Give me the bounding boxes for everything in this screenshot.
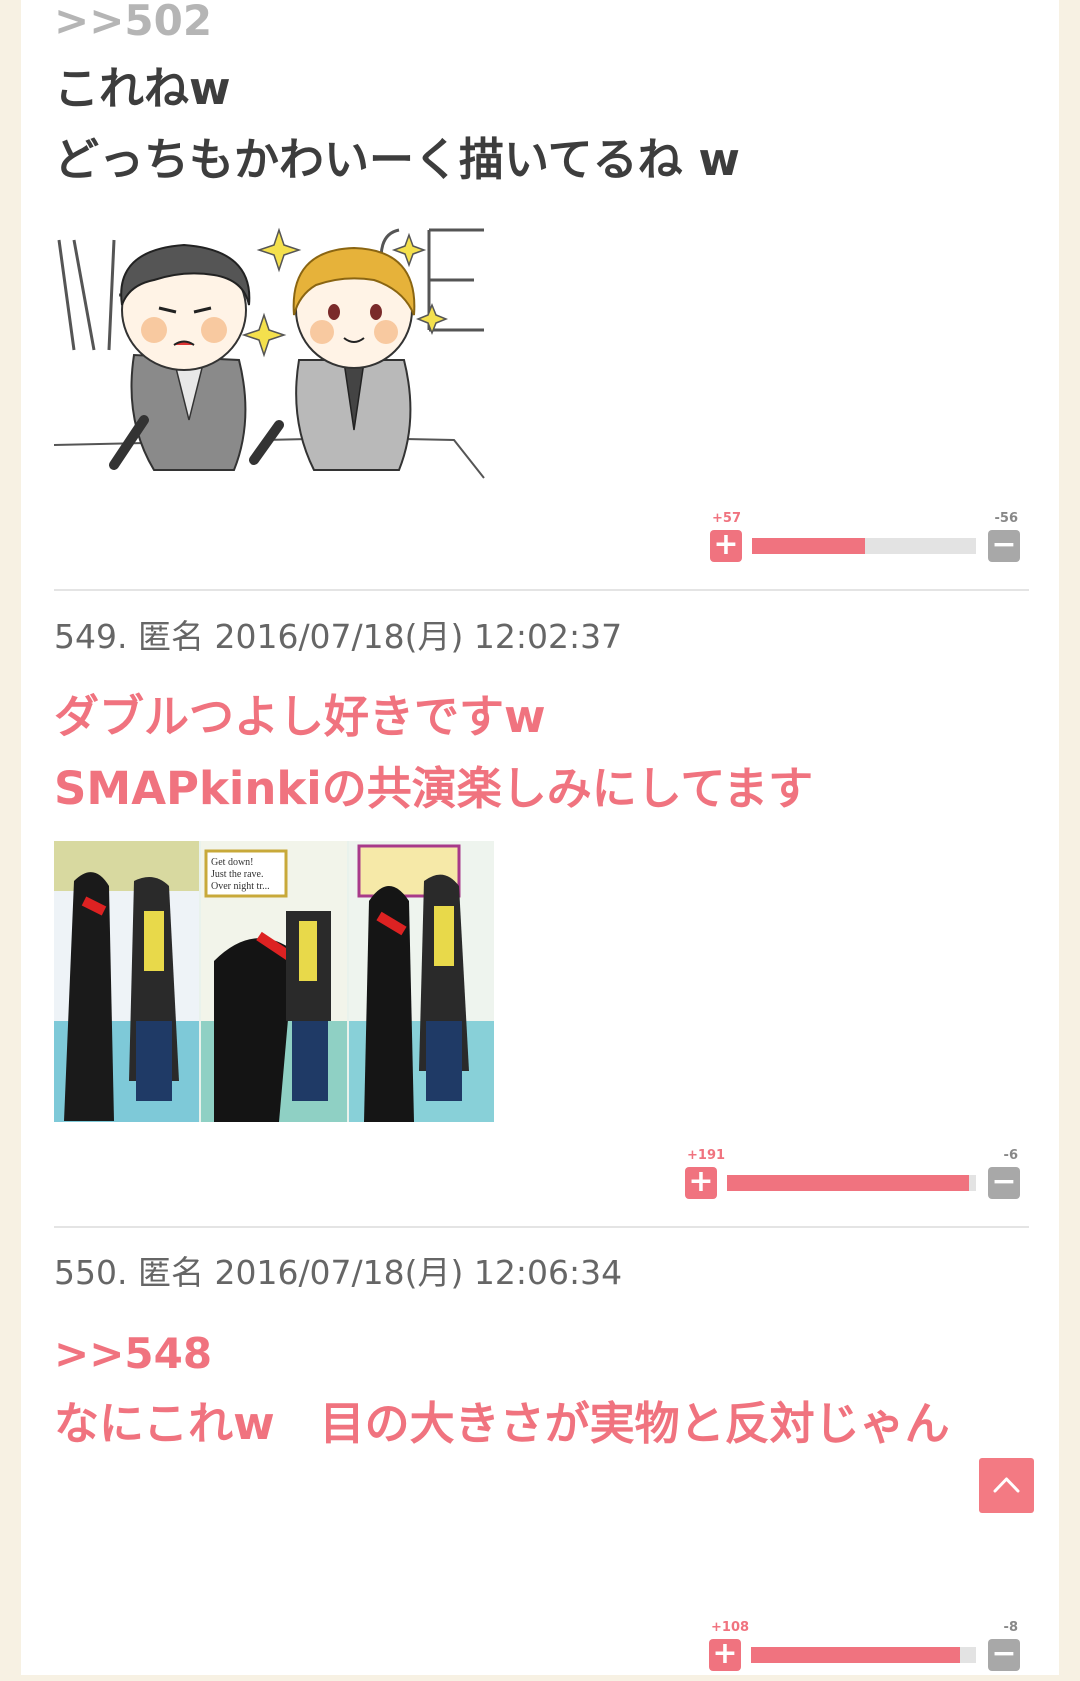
divider (54, 589, 1029, 591)
cartoon-illustration-image[interactable] (54, 220, 494, 485)
image-caption-2: Just the rave. (211, 869, 264, 880)
vote-plus-count: +57 (712, 511, 741, 526)
comment-feed: >>502 これねw どっちもかわいーく描いてるね w +57 -56 + − … (21, 0, 1059, 1675)
comment-text-line: ダブルつよし好きですw (54, 690, 546, 743)
vote-bar: +57 -56 + − (710, 512, 1020, 572)
comment-text-line: これねw (54, 62, 231, 115)
vote-plus-count: +108 (711, 1620, 750, 1635)
vote-bar: +191 -6 + − (685, 1149, 1020, 1209)
minus-icon[interactable]: − (988, 530, 1020, 562)
reply-link[interactable]: >>548 (54, 1333, 212, 1375)
vote-ratio-track (751, 1647, 976, 1663)
plus-icon[interactable]: + (685, 1167, 717, 1199)
chevron-up-icon (993, 1477, 1020, 1493)
vote-plus-count: +191 (687, 1148, 726, 1163)
vote-ratio-track (727, 1175, 976, 1191)
tv-screenshot-collage-image[interactable]: Get down! Just the rave. Over night tr..… (54, 841, 494, 1122)
vote-ratio-fill (727, 1175, 969, 1191)
vote-minus-count: -56 (994, 511, 1019, 526)
comment-text-line: どっちもかわいーく描いてるね w (54, 133, 740, 186)
vote-minus-count: -8 (1003, 1620, 1018, 1635)
vote-ratio-fill (752, 538, 865, 554)
vote-minus-count: -6 (1003, 1148, 1018, 1163)
comment-header: 550. 匿名 2016/07/18(月) 12:06:34 (54, 1253, 623, 1292)
plus-icon[interactable]: + (710, 530, 742, 562)
vote-bar: +108 -8 + − (709, 1621, 1020, 1681)
comment-header: 549. 匿名 2016/07/18(月) 12:02:37 (54, 617, 623, 656)
vote-ratio-track (752, 538, 976, 554)
plus-icon[interactable]: + (709, 1639, 741, 1671)
image-caption-3: Over night tr... (211, 881, 270, 892)
comment-text-line: SMAPkinkiの共演楽しみにしてます (54, 762, 814, 815)
image-caption-1: Get down! (211, 857, 254, 868)
minus-icon[interactable]: − (988, 1639, 1020, 1671)
vote-ratio-fill (751, 1647, 961, 1663)
reply-link[interactable]: >>502 (54, 0, 212, 42)
minus-icon[interactable]: − (988, 1167, 1020, 1199)
divider (54, 1226, 1029, 1228)
scroll-top-button[interactable] (979, 1458, 1034, 1513)
comment-text-line: なにこれw 目の大きさが実物と反対じゃん (54, 1397, 950, 1450)
